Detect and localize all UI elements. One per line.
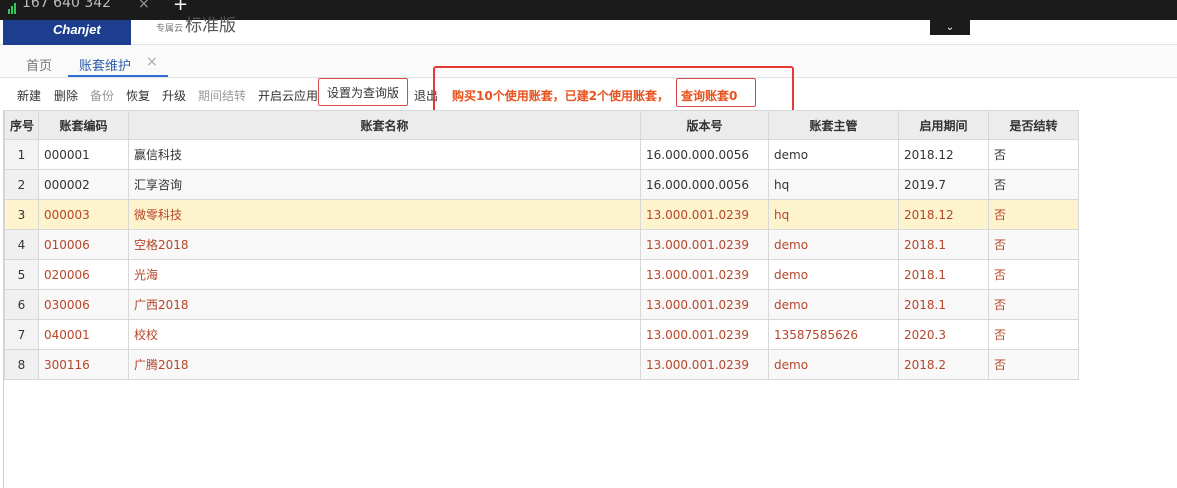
account-code: 000001 bbox=[38, 139, 129, 170]
version: 13.000.001.0239 bbox=[640, 289, 769, 320]
logo-text: Chanjet bbox=[53, 22, 101, 37]
table-row[interactable]: 3 000003 微零科技 13.000.001.0239 hq 2018.12… bbox=[4, 199, 1079, 230]
restore-button[interactable]: 恢复 bbox=[126, 87, 150, 104]
query-account-count[interactable]: 查询账套0 bbox=[681, 87, 737, 104]
account-code: 010006 bbox=[38, 229, 129, 260]
version: 13.000.001.0239 bbox=[640, 229, 769, 260]
start-period: 2018.12 bbox=[898, 139, 989, 170]
account-name: 微零科技 bbox=[128, 199, 641, 230]
set-query-version-button[interactable]: 设置为查询版 bbox=[318, 78, 408, 106]
manager: demo bbox=[768, 289, 899, 320]
remote-address-text: 167 640 342 bbox=[22, 0, 112, 11]
account-name: 广西2018 bbox=[128, 289, 641, 320]
account-name: 校校 bbox=[128, 319, 641, 350]
edition-label: 标准版 bbox=[185, 16, 237, 36]
start-period: 2018.12 bbox=[898, 199, 989, 230]
table-row[interactable]: 2 000002 汇享咨询 16.000.000.0056 hq 2019.7 … bbox=[4, 169, 1079, 200]
version: 16.000.000.0056 bbox=[640, 139, 769, 170]
account-code: 000002 bbox=[38, 169, 129, 200]
manager: 13587585626 bbox=[768, 319, 899, 350]
account-name: 光海 bbox=[128, 259, 641, 290]
account-table: 序号 账套编码 账套名称 版本号 账套主管 启用期间 是否结转 1 000001… bbox=[4, 110, 1079, 380]
backup-button[interactable]: 备份 bbox=[90, 87, 114, 104]
start-period: 2018.1 bbox=[898, 259, 989, 290]
table-row[interactable]: 5 020006 光海 13.000.001.0239 demo 2018.1 … bbox=[4, 259, 1079, 290]
version: 13.000.001.0239 bbox=[640, 199, 769, 230]
carried-over: 否 bbox=[988, 169, 1079, 200]
edition-title: 专属云 标准版 bbox=[156, 11, 236, 36]
account-name: 广腾2018 bbox=[128, 349, 641, 380]
carried-over: 否 bbox=[988, 199, 1079, 230]
row-index: 3 bbox=[4, 199, 39, 230]
account-quota-notice: 购买10个使用账套，已建2个使用账套， bbox=[452, 89, 670, 103]
account-code: 020006 bbox=[38, 259, 129, 290]
col-header-carried-over[interactable]: 是否结转 bbox=[988, 110, 1079, 140]
account-name: 汇享咨询 bbox=[128, 169, 641, 200]
manager: demo bbox=[768, 259, 899, 290]
carried-over: 否 bbox=[988, 349, 1079, 380]
table-header-row: 序号 账套编码 账套名称 版本号 账套主管 启用期间 是否结转 bbox=[4, 110, 1079, 140]
carried-over: 否 bbox=[988, 229, 1079, 260]
carried-over: 否 bbox=[988, 139, 1079, 170]
account-name: 空格2018 bbox=[128, 229, 641, 260]
table-row[interactable]: 1 000001 赢信科技 16.000.000.0056 demo 2018.… bbox=[4, 139, 1079, 170]
start-period: 2018.1 bbox=[898, 289, 989, 320]
row-index: 1 bbox=[4, 139, 39, 170]
close-tab-icon[interactable]: × bbox=[146, 54, 158, 70]
table-row[interactable]: 6 030006 广西2018 13.000.001.0239 demo 201… bbox=[4, 289, 1079, 320]
account-name: 赢信科技 bbox=[128, 139, 641, 170]
edition-small-label: 专属云 bbox=[156, 24, 184, 34]
col-header-manager[interactable]: 账套主管 bbox=[768, 110, 899, 140]
account-code: 300116 bbox=[38, 349, 129, 380]
app-header: Chanjet 专属云 标准版 ⌄ bbox=[0, 16, 1177, 45]
start-period: 2019.7 bbox=[898, 169, 989, 200]
period-close-button[interactable]: 期间结转 bbox=[198, 87, 246, 104]
table-row[interactable]: 8 300116 广腾2018 13.000.001.0239 demo 201… bbox=[4, 349, 1079, 380]
new-button[interactable]: 新建 bbox=[17, 87, 41, 104]
manager: hq bbox=[768, 169, 899, 200]
row-index: 2 bbox=[4, 169, 39, 200]
table-row[interactable]: 4 010006 空格2018 13.000.001.0239 demo 201… bbox=[4, 229, 1079, 260]
col-header-code[interactable]: 账套编码 bbox=[38, 110, 129, 140]
col-header-start-period[interactable]: 启用期间 bbox=[898, 110, 989, 140]
active-tab-indicator bbox=[68, 75, 168, 77]
manager: demo bbox=[768, 139, 899, 170]
tab-home[interactable]: 首页 bbox=[26, 55, 52, 74]
chanjet-logo: Chanjet bbox=[3, 20, 131, 45]
table-row[interactable]: 7 040001 校校 13.000.001.0239 13587585626 … bbox=[4, 319, 1079, 350]
carried-over: 否 bbox=[988, 319, 1079, 350]
set-query-version-label: 设置为查询版 bbox=[326, 85, 399, 100]
manager: hq bbox=[768, 199, 899, 230]
manager: demo bbox=[768, 229, 899, 260]
tab-account-maintenance[interactable]: 账套维护 bbox=[79, 55, 131, 74]
enable-cloud-app-button[interactable]: 开启云应用 bbox=[258, 87, 318, 104]
row-index: 8 bbox=[4, 349, 39, 380]
chevron-down-icon[interactable]: ⌄ bbox=[930, 20, 970, 35]
upgrade-button[interactable]: 升级 bbox=[162, 87, 186, 104]
version: 13.000.001.0239 bbox=[640, 349, 769, 380]
version: 13.000.001.0239 bbox=[640, 319, 769, 350]
account-code: 040001 bbox=[38, 319, 129, 350]
row-index: 6 bbox=[4, 289, 39, 320]
version: 16.000.000.0056 bbox=[640, 169, 769, 200]
carried-over: 否 bbox=[988, 289, 1079, 320]
start-period: 2018.2 bbox=[898, 349, 989, 380]
signal-bars-icon bbox=[8, 0, 16, 14]
start-period: 2020.3 bbox=[898, 319, 989, 350]
close-icon[interactable]: × bbox=[138, 0, 150, 12]
col-header-name[interactable]: 账套名称 bbox=[128, 110, 641, 140]
col-header-index[interactable]: 序号 bbox=[4, 110, 39, 140]
row-index: 5 bbox=[4, 259, 39, 290]
delete-button[interactable]: 删除 bbox=[54, 87, 78, 104]
row-index: 7 bbox=[4, 319, 39, 350]
carried-over: 否 bbox=[988, 259, 1079, 290]
col-header-version[interactable]: 版本号 bbox=[640, 110, 769, 140]
start-period: 2018.1 bbox=[898, 229, 989, 260]
account-code: 030006 bbox=[38, 289, 129, 320]
version: 13.000.001.0239 bbox=[640, 259, 769, 290]
account-code: 000003 bbox=[38, 199, 129, 230]
manager: demo bbox=[768, 349, 899, 380]
row-index: 4 bbox=[4, 229, 39, 260]
